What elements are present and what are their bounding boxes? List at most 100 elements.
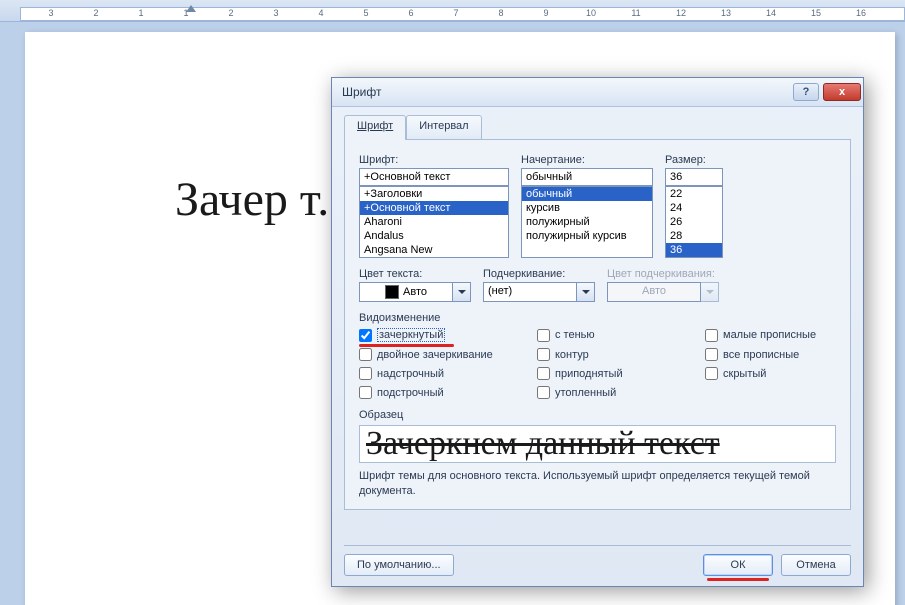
highlight-marker [707, 578, 768, 581]
chk-hidden-label: скрытый [723, 368, 766, 380]
cancel-button-label: Отмена [796, 559, 835, 571]
chevron-down-icon [582, 288, 590, 296]
size-label: Размер: [665, 154, 723, 166]
chk-outline[interactable]: контур [537, 348, 697, 361]
chk-allcaps-label: все прописные [723, 349, 799, 361]
underline-dropdown-button[interactable] [577, 282, 595, 302]
chk-subscript[interactable]: подстрочный [359, 386, 529, 399]
font-input[interactable] [359, 168, 509, 186]
ruler-number: 3 [273, 8, 278, 18]
chk-allcaps-input[interactable] [705, 348, 718, 361]
underline-color-dropdown-button [701, 282, 719, 302]
defaults-button-label: По умолчанию... [357, 559, 441, 571]
list-item[interactable]: 22 [666, 187, 722, 201]
chk-superscript-input[interactable] [359, 367, 372, 380]
list-item[interactable]: полужирный [522, 215, 652, 229]
dialog-titlebar[interactable]: Шрифт ? x [332, 78, 863, 107]
ruler-number: 1 [138, 8, 143, 18]
chk-double-strike-label: двойное зачеркивание [377, 349, 493, 361]
effects-group: зачеркнутый с тенью малые прописные двой… [359, 328, 836, 399]
document-text[interactable]: Зачер т. [175, 172, 329, 227]
ruler-number: 4 [318, 8, 323, 18]
close-icon: x [839, 86, 845, 98]
chk-shadow-input[interactable] [537, 329, 550, 342]
ruler-number: 2 [93, 8, 98, 18]
chk-allcaps[interactable]: все прописные [705, 348, 855, 361]
chk-hidden-input[interactable] [705, 367, 718, 380]
list-item[interactable]: +Заголовки [360, 187, 508, 201]
ruler-number: 1 [183, 8, 188, 18]
chk-outline-input[interactable] [537, 348, 550, 361]
chk-strikethrough-input[interactable] [359, 329, 372, 342]
ruler-number: 2 [228, 8, 233, 18]
list-item[interactable]: Angsana New [360, 243, 508, 257]
underline-color-combo: Авто [607, 282, 719, 302]
ruler-number: 10 [586, 8, 596, 18]
chk-superscript[interactable]: надстрочный [359, 367, 529, 380]
text-color-label: Цвет текста: [359, 268, 471, 280]
chk-double-strike-input[interactable] [359, 348, 372, 361]
chk-emboss[interactable]: приподнятый [537, 367, 697, 380]
chk-shadow-label: с тенью [555, 329, 595, 341]
style-input[interactable] [521, 168, 653, 186]
help-button[interactable]: ? [793, 83, 819, 101]
chk-superscript-label: надстрочный [377, 368, 444, 380]
ruler-number: 11 [631, 8, 640, 18]
tab-font[interactable]: Шрифт [344, 115, 406, 139]
underline-combo[interactable]: (нет) [483, 282, 595, 302]
style-label: Начертание: [521, 154, 653, 166]
underline-value: (нет) [488, 285, 512, 297]
chk-smallcaps[interactable]: малые прописные [705, 328, 855, 342]
list-item[interactable]: 24 [666, 201, 722, 215]
size-listbox[interactable]: 2224262836 [665, 186, 723, 258]
ruler-number: 13 [721, 8, 731, 18]
text-color-combo[interactable]: Авто [359, 282, 471, 302]
preview-label: Образец [359, 409, 836, 421]
horizontal-ruler: 32112345678910111213141516 [0, 0, 905, 22]
ruler-number: 14 [766, 8, 776, 18]
list-item[interactable]: Andalus [360, 229, 508, 243]
list-item[interactable]: 28 [666, 229, 722, 243]
chk-subscript-label: подстрочный [377, 387, 444, 399]
chevron-down-icon [706, 288, 714, 296]
ruler-number: 15 [811, 8, 821, 18]
list-item[interactable]: +Основной текст [360, 201, 508, 215]
ruler-number: 5 [363, 8, 368, 18]
highlight-marker [359, 344, 454, 347]
font-dialog: Шрифт ? x Шрифт Интервал Шрифт: +Заголов… [331, 77, 864, 587]
ruler-number: 7 [453, 8, 458, 18]
list-item[interactable]: 26 [666, 215, 722, 229]
chk-engrave-input[interactable] [537, 386, 550, 399]
underline-color-label: Цвет подчеркивания: [607, 268, 719, 280]
chk-emboss-label: приподнятый [555, 368, 623, 380]
list-item[interactable]: обычный [522, 187, 652, 201]
list-item[interactable]: 36 [666, 243, 722, 257]
chk-shadow[interactable]: с тенью [537, 328, 697, 342]
list-item[interactable]: полужирный курсив [522, 229, 652, 243]
chk-strikethrough[interactable]: зачеркнутый [359, 328, 529, 342]
ruler-number: 3 [48, 8, 53, 18]
close-button[interactable]: x [823, 83, 861, 101]
text-color-dropdown-button[interactable] [453, 282, 471, 302]
size-input[interactable] [665, 168, 723, 186]
chk-smallcaps-input[interactable] [705, 329, 718, 342]
preview-text: Зачеркнем данный текст [366, 425, 720, 463]
tab-spacing[interactable]: Интервал [406, 115, 481, 139]
list-item[interactable]: курсив [522, 201, 652, 215]
chk-subscript-input[interactable] [359, 386, 372, 399]
list-item[interactable]: Aharoni [360, 215, 508, 229]
font-label: Шрифт: [359, 154, 509, 166]
style-listbox[interactable]: обычныйкурсивполужирныйполужирный курсив [521, 186, 653, 258]
chk-double-strike[interactable]: двойное зачеркивание [359, 348, 529, 361]
font-listbox[interactable]: +Заголовки+Основной текстAharoniAndalusA… [359, 186, 509, 258]
chevron-down-icon [458, 288, 466, 296]
cancel-button[interactable]: Отмена [781, 554, 851, 576]
chk-hidden[interactable]: скрытый [705, 367, 855, 380]
dialog-title: Шрифт [342, 85, 789, 99]
ok-button[interactable]: ОК [703, 554, 773, 576]
ok-button-label: ОК [731, 559, 746, 571]
chk-emboss-input[interactable] [537, 367, 550, 380]
defaults-button[interactable]: По умолчанию... [344, 554, 454, 576]
chk-engrave[interactable]: утопленный [537, 386, 697, 399]
dialog-tabs: Шрифт Интервал [344, 115, 851, 140]
